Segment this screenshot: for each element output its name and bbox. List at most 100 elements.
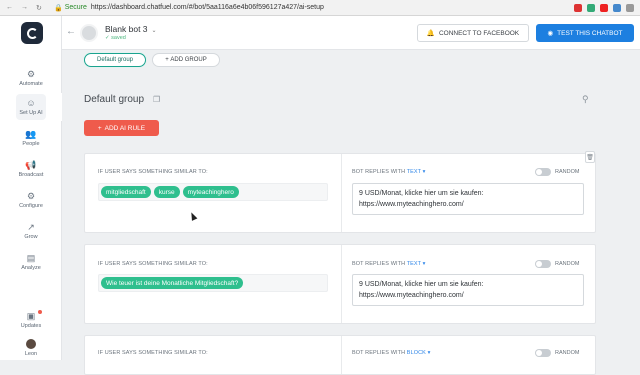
extension-icon[interactable] bbox=[600, 3, 608, 12]
browser-bar: ← → ↻ 🔒 Secure https://dashboard.chatfue… bbox=[0, 0, 640, 16]
random-toggle[interactable] bbox=[535, 168, 551, 176]
reply-type-dropdown[interactable]: TEXT ▾ bbox=[407, 261, 426, 267]
browser-extensions bbox=[574, 3, 634, 12]
sidebar-item-label: Leon bbox=[24, 351, 38, 357]
bot-reply-textarea[interactable]: 9 USD/Monat, klicke hier um sie kaufen: … bbox=[352, 274, 584, 306]
user-says-label: IF USER SAYS SOMETHING SIMILAR TO: bbox=[98, 261, 208, 267]
reply-text-line: https://www.myteachinghero.com/ bbox=[359, 292, 464, 299]
random-label: RANDOM bbox=[555, 350, 580, 356]
random-label: RANDOM bbox=[555, 261, 580, 267]
back-arrow-icon[interactable]: ← bbox=[6, 4, 13, 12]
bell-icon: 🔔 bbox=[426, 30, 435, 37]
notification-dot bbox=[38, 310, 42, 314]
add-ai-rule-label: ADD AI RULE bbox=[104, 124, 146, 132]
reply-text-line: 9 USD/Monat, klicke hier um sie kaufen: bbox=[359, 190, 484, 197]
bot-replies-label: BOT REPLIES WITH TEXT ▾ bbox=[352, 261, 426, 267]
chatfuel-logo-icon[interactable] bbox=[21, 22, 43, 44]
sidebar-item-configure[interactable]: ⚙ Configure bbox=[0, 186, 62, 214]
bot-replies-text: BOT REPLIES WITH bbox=[352, 261, 406, 267]
random-toggle[interactable] bbox=[535, 260, 551, 268]
reload-icon[interactable]: ↻ bbox=[36, 4, 42, 12]
search-icon[interactable]: ⚲ bbox=[582, 94, 589, 105]
groups-bar: Default group + ADD GROUP bbox=[62, 50, 640, 70]
sidebar-item-people[interactable]: 👥 People bbox=[0, 124, 62, 152]
bot-name-selector[interactable]: Blank bot 3 ⌄ bbox=[105, 24, 157, 34]
bot-replies-text: BOT REPLIES WITH bbox=[352, 169, 406, 175]
updates-icon: ▣ bbox=[26, 311, 36, 321]
configure-icon: ⚙ bbox=[26, 191, 36, 201]
reply-type-dropdown[interactable]: TEXT ▾ bbox=[407, 169, 426, 175]
copy-icon[interactable]: ❐ bbox=[153, 95, 160, 104]
add-group-label: ADD GROUP bbox=[170, 57, 207, 63]
browser-nav: ← → ↻ bbox=[6, 4, 42, 12]
bot-replies-label: BOT REPLIES WITH BLOCK ▾ bbox=[352, 350, 430, 356]
automate-icon: ⚙ bbox=[26, 69, 36, 79]
analyze-icon: ▤ bbox=[26, 253, 36, 263]
broadcast-icon: 📢 bbox=[25, 160, 37, 170]
bot-name: Blank bot 3 bbox=[105, 24, 148, 34]
ai-rule-card: IF USER SAYS SOMETHING SIMILAR TO: BOT R… bbox=[84, 244, 596, 324]
extension-icon[interactable] bbox=[587, 3, 595, 12]
reply-text-line: 9 USD/Monat, klicke hier um sie kaufen: bbox=[359, 281, 484, 288]
test-chatbot-button[interactable]: ◉ TEST THIS CHATBOT bbox=[536, 24, 634, 42]
sidebar-item-label: Automate bbox=[19, 81, 43, 87]
group-tab-default[interactable]: Default group bbox=[84, 53, 146, 67]
menu-icon[interactable] bbox=[626, 3, 634, 12]
reply-text-line: https://www.myteachinghero.com/ bbox=[359, 201, 464, 208]
extension-icon[interactable] bbox=[574, 3, 582, 12]
sidebar-item-automate[interactable]: ⚙ Automate bbox=[0, 64, 62, 92]
address-bar[interactable]: https://dashboard.chatfuel.com/#/bot/5aa… bbox=[91, 4, 324, 11]
sidebar-item-set-up-ai[interactable]: ☺ Set Up AI bbox=[0, 93, 62, 121]
phrase-chip[interactable]: mitgliedschaft bbox=[101, 186, 151, 198]
connect-facebook-label: CONNECT TO FACEBOOK bbox=[438, 29, 520, 37]
bot-reply-textarea[interactable]: 9 USD/Monat, klicke hier um sie kaufen: … bbox=[352, 183, 584, 215]
connect-facebook-button[interactable]: 🔔 CONNECT TO FACEBOOK bbox=[417, 24, 529, 42]
sidebar-item-updates[interactable]: ▣ Updates bbox=[0, 306, 62, 334]
random-toggle[interactable] bbox=[535, 349, 551, 357]
user-says-label: IF USER SAYS SOMETHING SIMILAR TO: bbox=[98, 350, 208, 356]
forward-arrow-icon[interactable]: → bbox=[21, 4, 28, 12]
sidebar-item-grow[interactable]: ↗ Grow bbox=[0, 217, 62, 245]
sidebar-item-label: Updates bbox=[20, 323, 42, 329]
add-ai-rule-button[interactable]: + ADD AI RULE bbox=[84, 120, 159, 136]
secure-label: Secure bbox=[64, 4, 87, 11]
lock-icon: 🔒 bbox=[54, 4, 63, 12]
trash-icon[interactable]: 🗑 bbox=[585, 151, 595, 163]
people-icon: 👥 bbox=[25, 129, 37, 139]
save-status: ✓ saved bbox=[105, 35, 126, 41]
phrase-chip[interactable]: myteachinghero bbox=[182, 186, 239, 198]
sidebar-item-label: Configure bbox=[19, 203, 43, 209]
add-group-button[interactable]: + ADD GROUP bbox=[152, 53, 220, 67]
user-says-label: IF USER SAYS SOMETHING SIMILAR TO: bbox=[98, 169, 208, 175]
chevron-down-icon: ⌄ bbox=[151, 28, 157, 34]
sidebar-item-account[interactable]: Leon bbox=[0, 334, 62, 362]
phrase-chip[interactable]: Wie teuer ist deine Monatliche Mitglieds… bbox=[101, 277, 244, 289]
user-phrases-input[interactable]: Wie teuer ist deine Monatliche Mitglieds… bbox=[98, 274, 328, 292]
sidebar-item-broadcast[interactable]: 📢 Broadcast bbox=[0, 155, 62, 183]
secure-indicator: 🔒 Secure bbox=[54, 4, 87, 12]
sidebar-item-analyze[interactable]: ▤ Analyze bbox=[0, 248, 62, 276]
reply-type-dropdown[interactable]: BLOCK ▾ bbox=[407, 350, 431, 356]
avatar bbox=[26, 339, 36, 349]
phrase-chip[interactable]: kurse bbox=[153, 186, 180, 198]
sidebar-item-label: Grow bbox=[24, 234, 38, 240]
sidebar: ⚙ Automate ☺ Set Up AI 👥 People 📢 Broadc… bbox=[0, 16, 62, 360]
plus-icon: + bbox=[97, 124, 102, 132]
ai-icon: ☺ bbox=[26, 98, 36, 108]
grow-icon: ↗ bbox=[27, 222, 35, 232]
messenger-icon: ◉ bbox=[547, 30, 554, 37]
random-label: RANDOM bbox=[555, 169, 580, 175]
bot-avatar[interactable] bbox=[80, 24, 98, 42]
sidebar-item-label: Set Up AI bbox=[19, 110, 43, 116]
top-header: ← Blank bot 3 ⌄ ✓ saved 🔔 CONNECT TO FACE… bbox=[62, 16, 640, 50]
sidebar-item-label: Analyze bbox=[21, 265, 41, 271]
back-icon[interactable]: ← bbox=[66, 26, 76, 37]
ai-rule-card: 🗑 IF USER SAYS SOMETHING SIMILAR TO: BOT… bbox=[84, 151, 596, 233]
extension-icon[interactable] bbox=[613, 3, 621, 12]
test-chatbot-label: TEST THIS CHATBOT bbox=[557, 29, 623, 37]
user-phrases-input[interactable]: mitgliedschaft kurse myteachinghero bbox=[98, 183, 328, 201]
ai-rule-card: IF USER SAYS SOMETHING SIMILAR TO: BOT R… bbox=[84, 335, 596, 375]
sidebar-item-label: People bbox=[22, 141, 40, 147]
sidebar-item-label: Broadcast bbox=[18, 172, 44, 178]
page-title[interactable]: Default group bbox=[84, 94, 144, 105]
